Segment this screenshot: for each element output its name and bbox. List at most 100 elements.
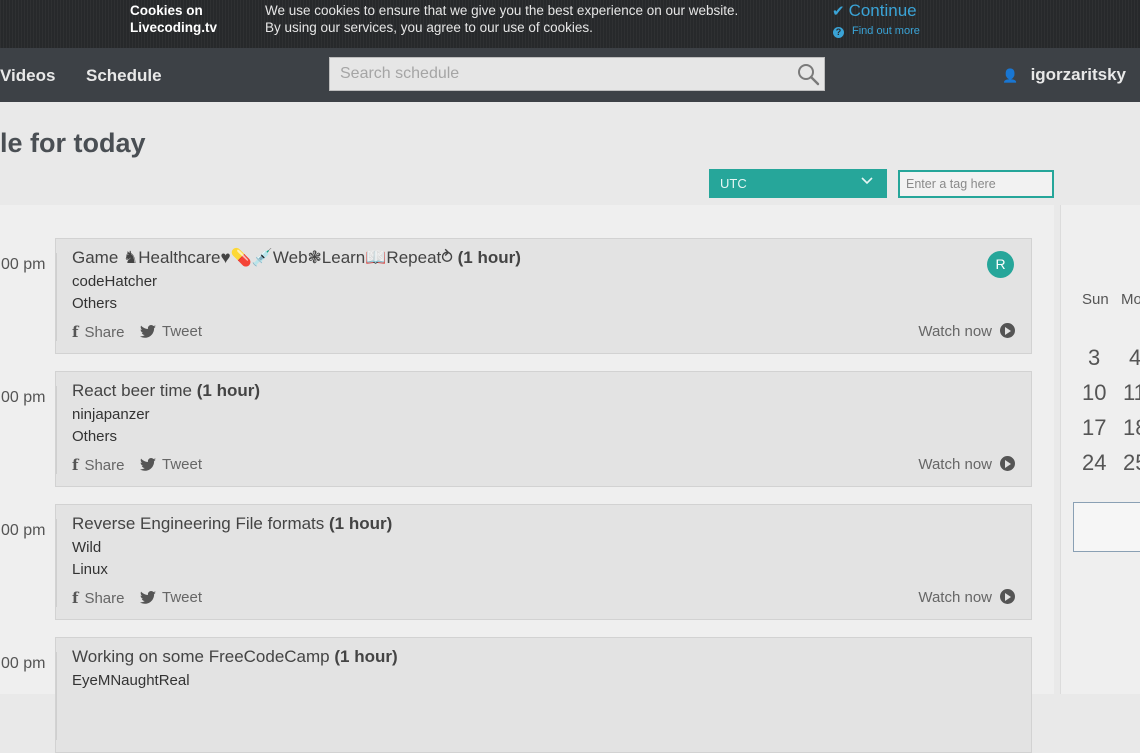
schedule-card: 00 pm Game ♞Healthcare♥💊💉Web❃Learn📖Repea… bbox=[1, 238, 1032, 354]
schedule-card: 00 pm React beer time (1 hour) ninjapanz… bbox=[1, 371, 1032, 487]
tag-input[interactable] bbox=[900, 172, 1046, 196]
timezone-value: UTC bbox=[720, 176, 747, 191]
page-title: le for today bbox=[0, 128, 146, 158]
tweet-label: Tweet bbox=[162, 323, 203, 340]
user-icon: 👤 bbox=[1002, 68, 1019, 83]
cookie-banner: Cookies on Livecoding.tv We use cookies … bbox=[0, 0, 1140, 48]
search-input[interactable] bbox=[330, 58, 780, 90]
stream-title-text: Working on some FreeCodeCamp bbox=[72, 647, 330, 666]
calendar-panel: Sun Mo 3 4 10 11 17 18 24 25 bbox=[1060, 205, 1140, 694]
streamer-name[interactable]: EyeMNaughtReal bbox=[72, 672, 190, 689]
facebook-icon: f bbox=[72, 323, 79, 341]
chevron-down-icon bbox=[861, 177, 873, 185]
streamer-name[interactable]: Wild bbox=[72, 539, 101, 556]
stream-title[interactable]: Reverse Engineering File formats (1 hour… bbox=[72, 514, 392, 534]
calendar-day[interactable]: 18 bbox=[1123, 415, 1140, 441]
play-icon bbox=[1000, 589, 1015, 604]
cookie-title-line1: Cookies on bbox=[130, 3, 203, 18]
stream-duration: (1 hour) bbox=[329, 514, 393, 533]
find-out-more-label: Find out more bbox=[852, 25, 920, 37]
user-menu[interactable]: 👤 igorzaritsky bbox=[1002, 65, 1126, 85]
timezone-select[interactable]: UTC bbox=[709, 169, 887, 198]
tweet-button[interactable]: Tweet bbox=[140, 323, 202, 340]
streamer-name[interactable]: ninjapanzer bbox=[72, 406, 150, 423]
schedule-card: 00 pm Working on some FreeCodeCamp (1 ho… bbox=[1, 637, 1032, 753]
tweet-label: Tweet bbox=[162, 589, 203, 606]
calendar-day[interactable]: 11 bbox=[1123, 380, 1140, 406]
nav-link-schedule[interactable]: Schedule bbox=[86, 66, 162, 86]
stream-duration: (1 hour) bbox=[457, 248, 521, 267]
schedule-card: 00 pm Reverse Engineering File formats (… bbox=[1, 504, 1032, 620]
nav-link-videos[interactable]: Videos bbox=[0, 66, 55, 86]
schedule-time: 00 pm bbox=[1, 522, 46, 539]
calendar-day[interactable]: 4 bbox=[1129, 345, 1140, 371]
stream-title-text: React beer time bbox=[72, 381, 192, 400]
watch-now-button[interactable]: Watch now bbox=[918, 323, 1015, 340]
watch-now-button[interactable]: Watch now bbox=[918, 589, 1015, 606]
stream-title[interactable]: Working on some FreeCodeCamp (1 hour) bbox=[72, 647, 398, 667]
facebook-icon: f bbox=[72, 589, 79, 607]
stream-title-text: Reverse Engineering File formats bbox=[72, 514, 325, 533]
cookie-continue-button[interactable]: ✔ Continue bbox=[832, 0, 917, 23]
play-icon bbox=[1000, 456, 1015, 471]
facebook-icon: f bbox=[72, 456, 79, 474]
cookie-message: We use cookies to ensure that we give yo… bbox=[265, 2, 805, 36]
divider bbox=[56, 652, 57, 740]
twitter-icon bbox=[140, 591, 156, 604]
share-label: Share bbox=[84, 457, 125, 474]
calendar-event-box[interactable] bbox=[1073, 502, 1140, 552]
cookie-title-line2: Livecoding.tv bbox=[130, 20, 218, 35]
cookie-message-line2: By using our services, you agree to our … bbox=[265, 20, 593, 35]
username: igorzaritsky bbox=[1030, 65, 1126, 84]
stream-duration: (1 hour) bbox=[196, 381, 261, 400]
watch-now-label: Watch now bbox=[918, 456, 992, 473]
schedule-time: 00 pm bbox=[1, 655, 46, 672]
tweet-button[interactable]: Tweet bbox=[140, 456, 202, 473]
top-navbar: Videos Schedule 👤 igorzaritsky bbox=[0, 48, 1140, 102]
share-label: Share bbox=[84, 324, 125, 341]
share-button[interactable]: f Share bbox=[72, 589, 124, 607]
schedule-panel: 00 pm Game ♞Healthcare♥💊💉Web❃Learn📖Repea… bbox=[0, 205, 1054, 753]
divider bbox=[56, 519, 57, 607]
calendar-day-header: Mo bbox=[1121, 291, 1140, 308]
cookie-title: Cookies on Livecoding.tv bbox=[130, 2, 250, 36]
watch-now-label: Watch now bbox=[918, 589, 992, 606]
watch-now-label: Watch now bbox=[918, 323, 992, 340]
streamer-name[interactable]: codeHatcher bbox=[72, 273, 157, 290]
tag-filter bbox=[898, 170, 1054, 198]
tweet-label: Tweet bbox=[162, 456, 203, 473]
stream-title-text: Game ♞Healthcare♥💊💉Web❃Learn📖Repeat⥁ bbox=[72, 248, 453, 267]
cookie-continue-label: Continue bbox=[848, 1, 917, 20]
share-button[interactable]: f Share bbox=[72, 456, 124, 474]
schedule-time: 00 pm bbox=[1, 256, 46, 273]
search-icon[interactable] bbox=[796, 62, 820, 86]
check-icon: ✔ bbox=[832, 3, 845, 20]
stream-category[interactable]: Others bbox=[72, 295, 117, 312]
share-button[interactable]: f Share bbox=[72, 323, 124, 341]
calendar-day[interactable]: 3 bbox=[1088, 345, 1100, 371]
stream-duration: (1 hour) bbox=[334, 647, 398, 666]
divider bbox=[56, 253, 57, 341]
question-icon: ? bbox=[833, 27, 844, 38]
twitter-icon bbox=[140, 458, 156, 471]
stream-title[interactable]: Game ♞Healthcare♥💊💉Web❃Learn📖Repeat⥁ (1 … bbox=[72, 248, 521, 268]
search-box bbox=[329, 57, 825, 91]
divider bbox=[56, 386, 57, 474]
calendar-day[interactable]: 10 bbox=[1082, 380, 1106, 406]
stream-title[interactable]: React beer time (1 hour) bbox=[72, 381, 260, 401]
schedule-time: 00 pm bbox=[1, 389, 46, 406]
calendar-day[interactable]: 17 bbox=[1082, 415, 1106, 441]
watch-now-button[interactable]: Watch now bbox=[918, 456, 1015, 473]
find-out-more-link[interactable]: ? Find out more bbox=[833, 23, 920, 39]
stream-category[interactable]: Linux bbox=[72, 561, 108, 578]
cookie-message-line1: We use cookies to ensure that we give yo… bbox=[265, 3, 739, 18]
play-icon bbox=[1000, 323, 1015, 338]
stream-category[interactable]: Others bbox=[72, 428, 117, 445]
tweet-button[interactable]: Tweet bbox=[140, 589, 202, 606]
share-label: Share bbox=[84, 590, 125, 607]
twitter-icon bbox=[140, 325, 156, 338]
calendar-day-header: Sun bbox=[1082, 291, 1109, 308]
avatar[interactable]: R bbox=[987, 251, 1014, 278]
calendar-day[interactable]: 25 bbox=[1123, 450, 1140, 476]
calendar-day[interactable]: 24 bbox=[1082, 450, 1106, 476]
